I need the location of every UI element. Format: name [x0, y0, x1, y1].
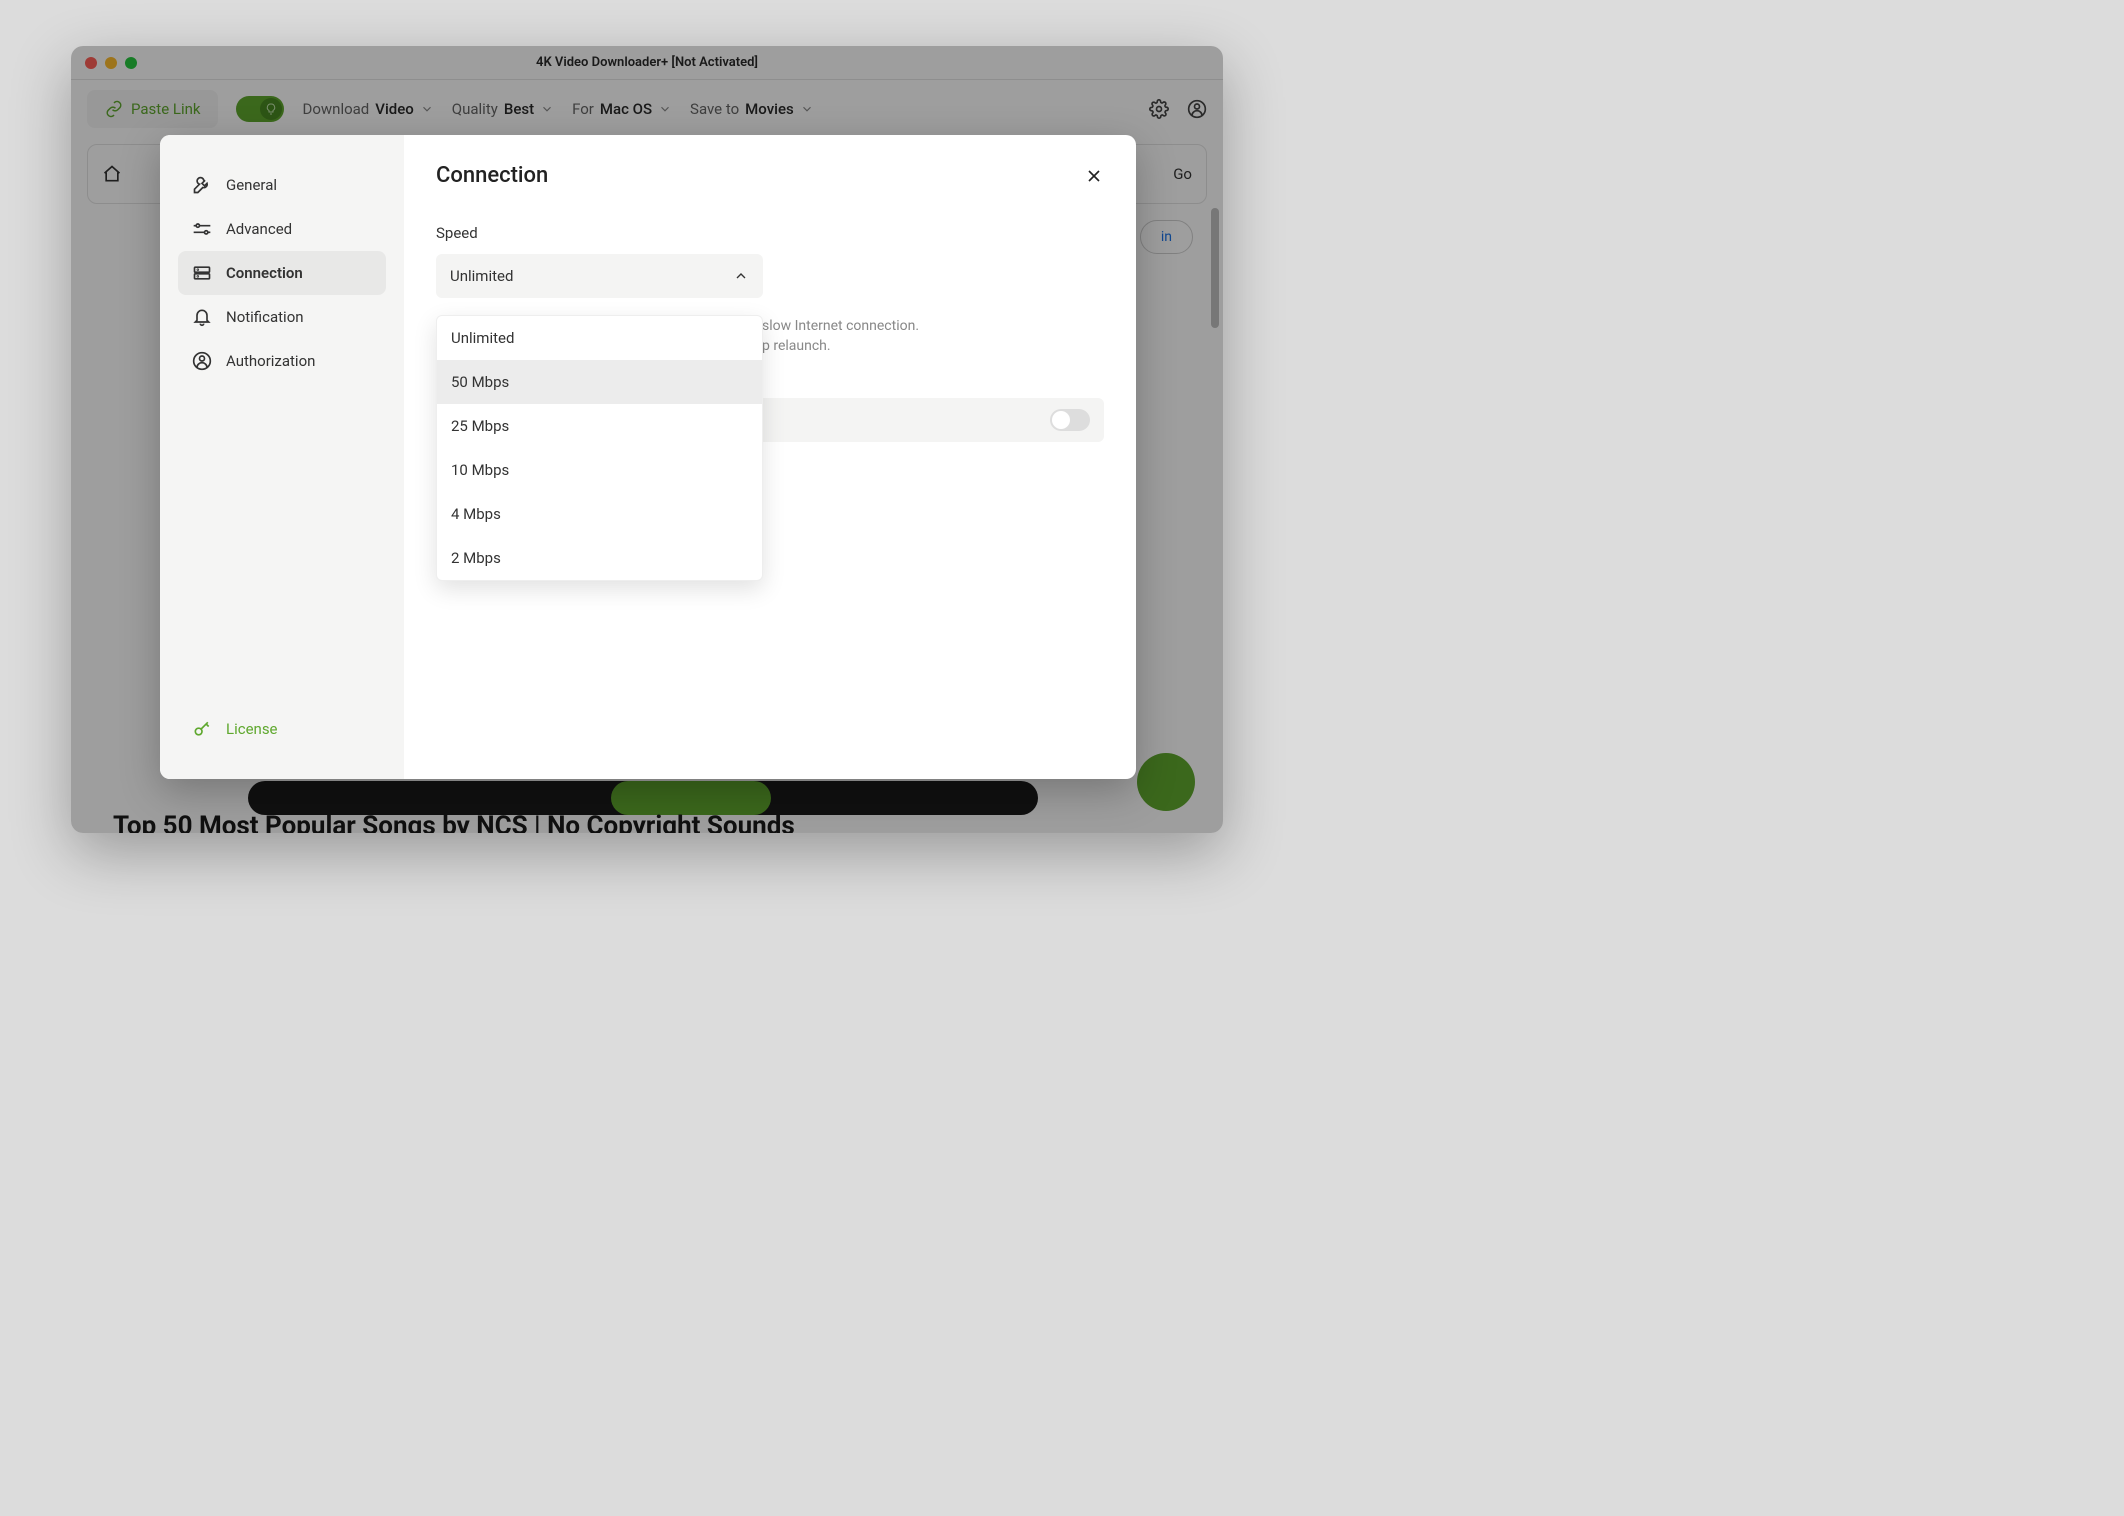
speed-option-4mbps[interactable]: 4 Mbps	[437, 492, 762, 536]
user-icon	[192, 351, 212, 371]
sidebar-item-authorization[interactable]: Authorization	[178, 339, 386, 383]
speed-selected: Unlimited	[450, 267, 513, 285]
speed-dropdown: Unlimited 50 Mbps 25 Mbps 10 Mbps 4 Mbps…	[436, 315, 763, 581]
speed-option-10mbps[interactable]: 10 Mbps	[437, 448, 762, 492]
proxy-toggle[interactable]	[1050, 409, 1090, 431]
sidebar-item-advanced[interactable]: Advanced	[178, 207, 386, 251]
sidebar-label: Authorization	[226, 352, 315, 370]
sidebar-item-general[interactable]: General	[178, 163, 386, 207]
sidebar-label: License	[226, 720, 278, 738]
sidebar-label: Notification	[226, 308, 304, 326]
speed-select[interactable]: Unlimited	[436, 254, 763, 298]
key-icon	[192, 719, 212, 739]
sidebar-label: General	[226, 176, 277, 194]
server-icon	[192, 263, 212, 283]
wrench-icon	[192, 175, 212, 195]
speed-label: Speed	[436, 224, 1104, 242]
sidebar-label: Advanced	[226, 220, 292, 238]
settings-sidebar: General Advanced Connection Notification…	[160, 135, 404, 779]
settings-panel: Connection Speed Unlimited slow Internet…	[404, 135, 1136, 779]
speed-option-2mbps[interactable]: 2 Mbps	[437, 536, 762, 580]
close-icon[interactable]	[1084, 166, 1104, 186]
sidebar-item-license[interactable]: License	[178, 707, 386, 751]
chevron-up-icon	[733, 268, 749, 284]
settings-dialog: General Advanced Connection Notification…	[160, 135, 1136, 779]
speed-option-25mbps[interactable]: 25 Mbps	[437, 404, 762, 448]
sliders-icon	[192, 219, 212, 239]
speed-option-unlimited[interactable]: Unlimited	[437, 316, 762, 360]
panel-title: Connection	[436, 163, 548, 188]
speed-option-50mbps[interactable]: 50 Mbps	[437, 360, 762, 404]
sidebar-label: Connection	[226, 264, 303, 282]
bell-icon	[192, 307, 212, 327]
sidebar-item-connection[interactable]: Connection	[178, 251, 386, 295]
sidebar-item-notification[interactable]: Notification	[178, 295, 386, 339]
